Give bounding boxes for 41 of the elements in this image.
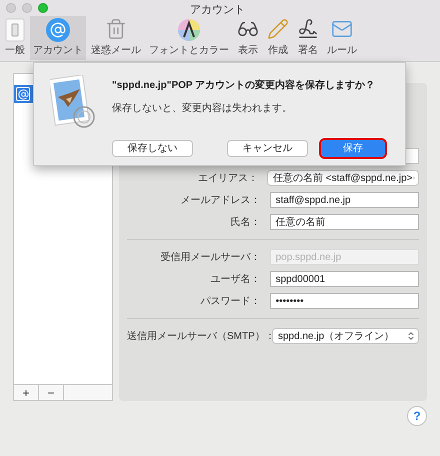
toolbar-tab[interactable]: 一般	[2, 16, 28, 60]
dialog-title: "sppd.ne.jp"POP アカウントの変更内容を保存しますか？	[112, 78, 376, 93]
dialog-button[interactable]: 保存しない	[112, 140, 193, 157]
toolbar-tab[interactable]: 迷惑メール	[88, 16, 144, 60]
field-label: 氏名：	[230, 216, 262, 230]
toolbar-tab[interactable]: 署名	[294, 16, 322, 60]
select-field[interactable]: sppd.ne.jp（オフライン）	[272, 328, 419, 344]
field-label: 送信用メールサーバ（SMTP）：	[127, 330, 268, 344]
at-sign-icon	[16, 87, 30, 101]
zoom-icon[interactable]	[38, 3, 48, 13]
close-icon[interactable]	[6, 3, 16, 13]
envelope-icon	[331, 18, 353, 40]
toolbar-tab[interactable]: 作成	[264, 16, 292, 60]
add-button[interactable]: +	[14, 385, 39, 400]
toolbar-tab[interactable]: フォントとカラー	[146, 16, 232, 60]
toolbar-tab[interactable]: ルール	[324, 16, 360, 60]
save-button[interactable]: 保存	[321, 140, 385, 157]
window-title: アカウント	[190, 3, 245, 18]
field-label: パスワード：	[200, 294, 262, 308]
field-label: メールアドレス：	[180, 194, 262, 208]
field-label: 受信用メールサーバ：	[160, 250, 262, 264]
at-sign-icon	[46, 18, 70, 42]
minimize-icon[interactable]	[22, 3, 32, 13]
toolbar-tab[interactable]: アカウント	[30, 16, 86, 60]
remove-button[interactable]: −	[39, 385, 64, 400]
toolbar-tab[interactable]: 表示	[234, 16, 262, 60]
input-field[interactable]: ••••••••	[270, 293, 419, 309]
dialog-message: 保存しないと、変更内容は失われます。	[112, 102, 293, 116]
select-field[interactable]: 任意の名前 <staff@sppd.ne.jp>	[267, 170, 419, 186]
trash-icon	[105, 18, 127, 40]
field-label: ユーザ名：	[210, 272, 262, 286]
dialog-button[interactable]: キャンセル	[227, 140, 308, 157]
signature-icon	[297, 18, 319, 40]
field-label: エイリアス：	[197, 172, 259, 186]
input-field[interactable]: 任意の名前	[270, 214, 419, 230]
switch-icon	[5, 18, 25, 42]
input-field[interactable]: sppd00001	[270, 271, 419, 287]
help-button[interactable]: ?	[407, 406, 427, 426]
input-field[interactable]: staff@sppd.ne.jp	[270, 192, 419, 208]
pencil-icon	[267, 18, 289, 40]
color-wheel-icon	[177, 18, 201, 42]
